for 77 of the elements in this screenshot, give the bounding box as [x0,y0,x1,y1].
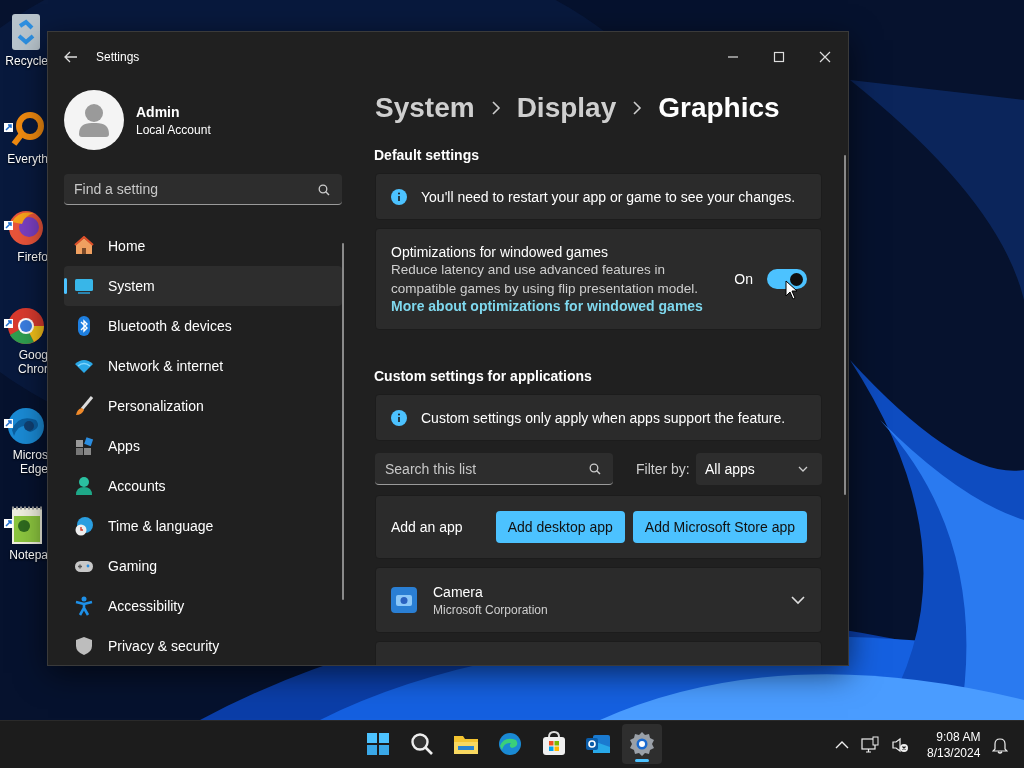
sidebar-item[interactable]: Accessibility [64,586,342,626]
sidebar-item[interactable]: Bluetooth & devices [64,306,342,346]
apps-icon [74,436,94,456]
network-icon[interactable] [861,735,879,754]
account-type: Local Account [136,122,211,137]
brush-icon [74,396,94,416]
app-publisher: Microsoft Corporation [433,602,549,617]
info-message: You'll need to restart your app or game to see your changes. [421,188,796,205]
clock-time[interactable]: 9:08 AM [936,728,981,745]
desktop-icon-label[interactable]: Edge [19,462,48,476]
sidebar-item[interactable]: Apps [64,426,342,466]
sidebar-item[interactable]: Personalization [64,386,342,426]
sidebar-item[interactable]: Accounts [64,466,342,506]
search-field[interactable]: Find a setting [64,174,342,205]
store-icon[interactable] [541,731,567,757]
section-heading: Custom settings for applications [374,368,593,384]
shield-icon [74,636,94,656]
accessibility-icon [74,596,94,616]
clock-date[interactable]: 8/13/2024 [927,744,981,761]
filter-label: Filter by: [636,461,690,477]
desktop-icon-label[interactable]: Firefo [17,250,48,264]
chevron-icon [490,101,501,115]
bell-icon[interactable] [992,735,1009,754]
add-app-label: Add an app [391,519,464,535]
sidebar-item[interactable]: Privacy & security [64,626,342,665]
info-icon [391,188,407,205]
search-icon [318,184,330,196]
toggle-switch[interactable] [767,269,807,289]
app-name: Camera [433,583,484,600]
gear-icon[interactable] [629,731,655,757]
add-app-button[interactable]: Add Microsoft Store app [632,511,807,543]
scrollbar[interactable] [844,155,846,495]
person-icon [74,476,94,496]
learn-more-link[interactable]: More about optimizations for windowed games [391,298,735,314]
desktop-icon-label[interactable]: Micros [12,448,48,462]
browser-icon[interactable] [497,731,523,757]
add-app-button[interactable]: Add desktop app [495,511,625,543]
search-icon[interactable] [409,731,435,757]
desktop-icon-label[interactable]: Goog [18,348,48,362]
search-icon [589,463,601,475]
section-heading: Default settings [374,147,480,163]
desktop-icon-label[interactable]: Everyth [7,152,48,166]
filter-dropdown[interactable]: All apps [696,453,822,485]
setting-title: Optimizations for windowed games [391,244,610,260]
window-title: Settings [96,50,140,64]
sidebar-item[interactable]: Gaming [64,546,342,586]
chevron-icon [632,101,643,115]
info-message: Custom settings only apply when apps support the feature. [421,409,786,426]
sidebar-item[interactable]: Home [64,226,342,266]
account-name: Admin [136,103,181,120]
cursor-icon [785,280,797,300]
scrollbar[interactable] [342,243,344,600]
sidebar-item[interactable]: System [64,266,342,306]
clock-globe-icon [74,516,94,536]
chevron-icon[interactable] [791,595,805,605]
search-field[interactable]: Search this list [375,453,613,485]
monitor-icon [74,276,94,296]
sidebar-item[interactable]: Network & internet [64,346,342,386]
camera-icon [391,587,417,613]
toggle-state-label: On [734,271,753,287]
home-icon [74,236,94,256]
avatar-icon [64,90,124,150]
info-icon [391,409,407,426]
desktop-icon-label[interactable]: Recycle [5,54,48,68]
breadcrumb-item: Graphics [658,92,780,124]
chevron-icon [798,466,808,472]
breadcrumb-item[interactable]: System [375,92,475,124]
start-icon[interactable] [365,731,391,757]
desktop-icon-label[interactable]: Notepa [9,548,48,562]
muted-speaker-icon[interactable] [891,735,909,754]
desktop-icon-label[interactable]: Chror [18,362,48,376]
taskbar-button[interactable] [622,724,662,764]
back-arrow-icon[interactable] [64,51,78,63]
setting-description: Reduce latency and use advanced features in compatible games by using flip presentation model. [391,261,699,298]
chevron-up-icon[interactable] [835,740,849,749]
sidebar-item[interactable]: Time & language [64,506,342,546]
breadcrumb-item[interactable]: Display [516,92,617,124]
